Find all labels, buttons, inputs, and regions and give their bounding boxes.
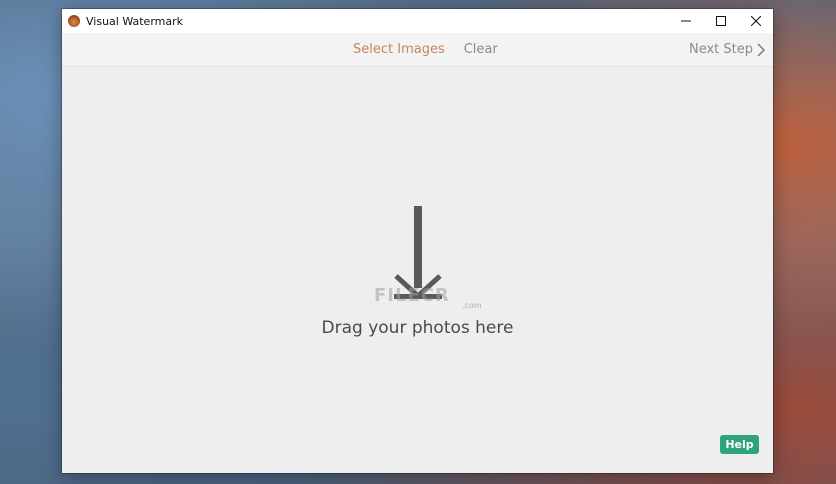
window-title: Visual Watermark (86, 14, 184, 28)
next-step-button[interactable]: Next Step (689, 33, 765, 66)
app-icon (68, 15, 80, 27)
clear-button[interactable]: Clear (464, 42, 498, 57)
help-button[interactable]: Help (720, 435, 759, 454)
maximize-button[interactable] (703, 9, 738, 33)
photo-drop-zone[interactable]: FILECR .com Drag your photos here Help (62, 67, 773, 473)
next-step-label: Next Step (688, 42, 753, 57)
minimize-icon (680, 20, 691, 22)
select-images-button[interactable]: Select Images (353, 42, 445, 57)
toolbar-actions: Select Images Clear (353, 33, 498, 66)
close-icon (750, 16, 761, 26)
maximize-icon (715, 16, 726, 26)
filecr-watermark: FILECR (374, 285, 450, 306)
title-bar[interactable]: Visual Watermark (62, 9, 773, 33)
window-controls (668, 9, 773, 33)
toolbar: Select Images Clear Next Step (62, 33, 773, 67)
minimize-button[interactable] (668, 9, 703, 33)
close-button[interactable] (738, 9, 773, 33)
chevron-right-icon (757, 42, 765, 57)
filecr-watermark-suffix: .com (462, 301, 482, 310)
drag-photos-message: Drag your photos here (321, 318, 514, 338)
app-window: Visual Watermark Select Images Clear Nex… (62, 9, 773, 473)
